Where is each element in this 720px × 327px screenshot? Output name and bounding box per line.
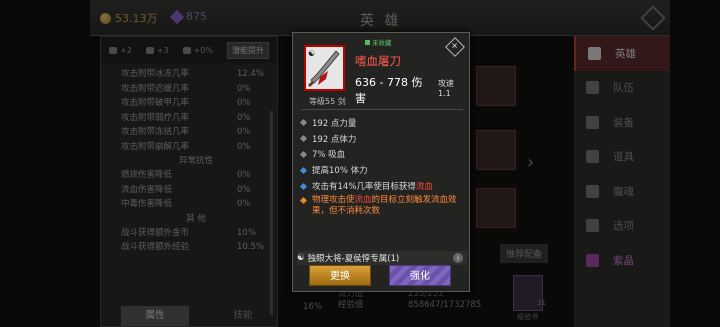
item-stats: 192 点力量 192 点体力 7% 吸血 提高10% 体力 攻击有14%几率使…	[299, 115, 469, 217]
stat-line: 192 点力量	[299, 115, 469, 131]
item-damage: 636 - 778 伤害 攻速 1.1	[355, 74, 469, 106]
favorite-tag: 未收藏	[365, 37, 392, 47]
close-icon: ✕	[451, 41, 458, 51]
bookmark-icon	[365, 39, 370, 45]
swap-button[interactable]: 更换	[309, 265, 371, 286]
bonus-line: 攻击有14%几率使目标获得流血	[299, 178, 469, 194]
item-detail-popup: 未收藏 ✕ ☯ 嗜血屠刀 636 - 778 伤害 攻速 1.1 等级55 剑 …	[292, 32, 470, 292]
diamond-icon	[299, 119, 308, 127]
diamond-icon	[299, 150, 308, 159]
special-effect: 物理攻击使流血的目标立刻触发流血效果，但不消耗次数	[299, 195, 469, 217]
yin-yang-icon: ☯	[308, 49, 316, 58]
diamond-icon	[299, 166, 308, 174]
item-level: 等级55 剑	[309, 97, 346, 106]
diamond-icon	[299, 182, 308, 190]
stat-line: 192 点体力	[299, 131, 469, 147]
item-icon: ☯	[304, 45, 345, 91]
item-name: 嗜血屠刀	[355, 54, 401, 68]
set-name: 独眼大将-夏侯惇专属(1)	[307, 254, 400, 264]
set-bonus-bar[interactable]: ☯ 独眼大将-夏侯惇专属(1) i	[297, 251, 467, 265]
stat-line: 7% 吸血	[299, 147, 469, 163]
divider	[301, 109, 463, 110]
attack-speed: 攻速 1.1	[437, 79, 454, 98]
close-button[interactable]: ✕	[445, 37, 465, 57]
diamond-icon	[299, 196, 308, 205]
bonus-line: 提高10% 体力	[299, 162, 469, 178]
enhance-button[interactable]: 强化	[389, 265, 451, 286]
info-icon[interactable]: i	[453, 253, 463, 263]
diamond-icon	[299, 135, 308, 143]
yin-yang-icon: ☯	[297, 253, 305, 263]
